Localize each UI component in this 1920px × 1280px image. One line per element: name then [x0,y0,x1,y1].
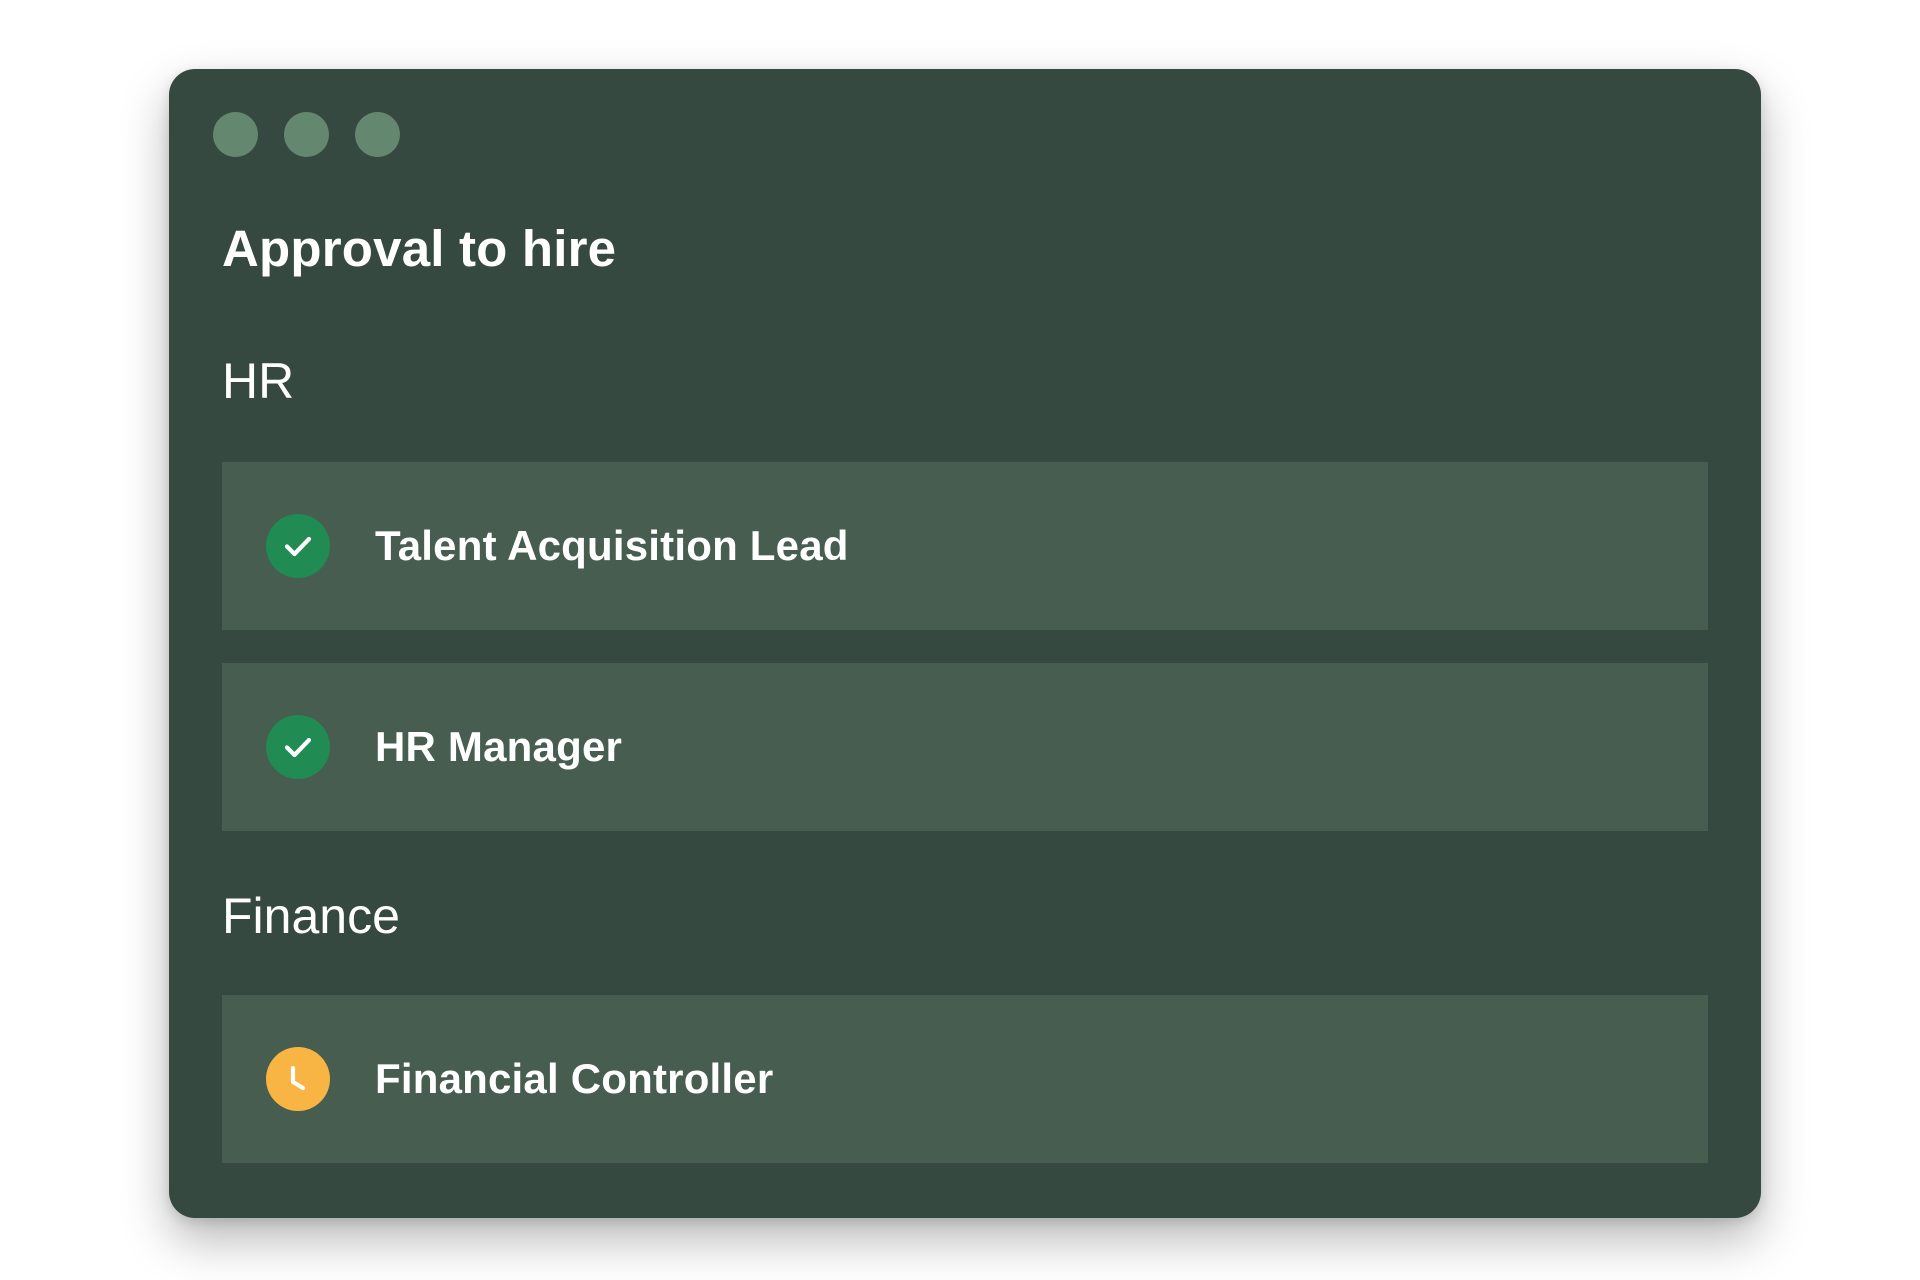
window-maximize-button[interactable] [355,112,400,157]
section-label-finance: Finance [222,888,400,944]
approver-row-financial-controller[interactable]: Financial Controller [222,995,1708,1163]
window-close-button[interactable] [213,112,258,157]
check-icon [266,715,330,779]
approver-label: Financial Controller [375,1055,774,1102]
check-icon [266,514,330,578]
approver-label: Talent Acquisition Lead [375,522,849,569]
approver-row-hr-manager[interactable]: HR Manager [222,663,1708,831]
window-minimize-button[interactable] [284,112,329,157]
clock-icon [266,1047,330,1111]
approver-row-talent-acquisition-lead[interactable]: Talent Acquisition Lead [222,462,1708,630]
approver-label: HR Manager [375,723,623,770]
page-title: Approval to hire [222,220,617,277]
approval-window: Approval to hire HR Talent Acquisition L… [169,69,1761,1218]
section-label-hr: HR [222,353,295,409]
window-controls [213,112,400,157]
